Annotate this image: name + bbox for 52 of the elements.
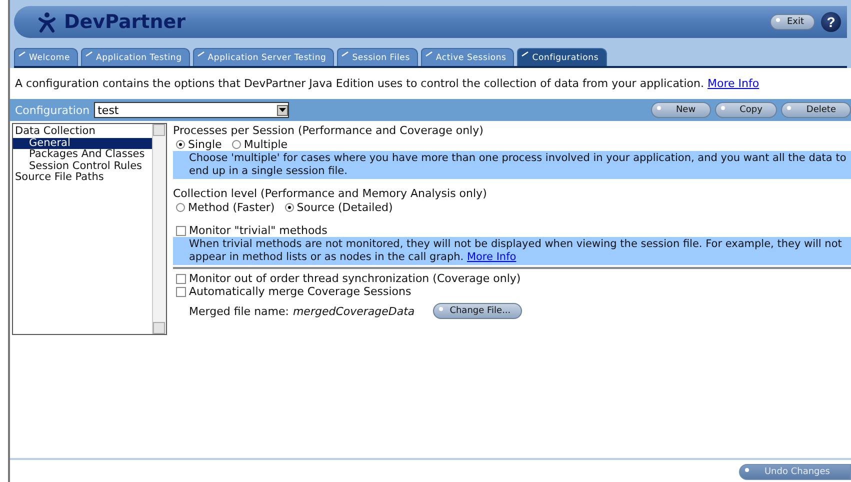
- tab[interactable]: Application Testing: [80, 48, 190, 66]
- checkbox[interactable]: [176, 274, 186, 284]
- tree-item[interactable]: Source File Paths: [13, 172, 152, 184]
- tab[interactable]: Configurations: [517, 48, 607, 66]
- tree-item[interactable]: Data Collection: [13, 126, 152, 138]
- slash-icon: [196, 51, 205, 57]
- radio-button[interactable]: [284, 203, 294, 212]
- configuration-dropdown[interactable]: test: [94, 102, 289, 118]
- more-info-link[interactable]: More Info: [708, 77, 760, 90]
- person-icon: [36, 11, 58, 33]
- checkbox[interactable]: [176, 226, 186, 236]
- description-text: A configuration contains the options that DevPartner Java Edition uses to control the collection of data from your application. More Info: [15, 77, 760, 90]
- file-name-label: Merged file name:: [189, 304, 289, 318]
- checkbox-label: Monitor "trivial" methods: [189, 224, 328, 237]
- exit-button[interactable]: Exit: [770, 14, 815, 30]
- tab[interactable]: Session Files: [337, 48, 418, 66]
- app-title: DevPartner: [64, 11, 187, 33]
- option-label: Multiple: [244, 138, 288, 151]
- slash-icon: [18, 51, 26, 57]
- toolbar-button[interactable]: Copy: [714, 102, 778, 118]
- tab[interactable]: Active Sessions: [420, 48, 514, 66]
- slash-icon: [424, 51, 433, 57]
- scroll-up-button[interactable]: [153, 124, 165, 136]
- radio-button[interactable]: [176, 140, 185, 149]
- tab[interactable]: Application Server Testing: [192, 48, 334, 66]
- help-button[interactable]: ?: [821, 12, 841, 32]
- help-text: When trivial methods are not monitored, they will not be displayed when viewing the session file. For example, they will not appear in method lists or as nodes in the call graph. More Info: [189, 238, 842, 263]
- section-title: Processes per Session (Performance and Coverage only): [173, 124, 484, 137]
- option-label: Single: [188, 138, 222, 151]
- radio-button[interactable]: [232, 140, 241, 149]
- toolbar-button[interactable]: Delete: [781, 102, 851, 118]
- file-name-value: mergedCoverageData: [292, 304, 415, 318]
- checkbox[interactable]: [176, 286, 186, 296]
- more-info-link[interactable]: More Info: [466, 251, 516, 263]
- checkbox-label: Automatically merge Coverage Sessions: [189, 285, 412, 298]
- slash-icon: [84, 51, 93, 57]
- slash-icon: [521, 51, 530, 57]
- tab[interactable]: Welcome: [14, 48, 78, 66]
- toolbar-button[interactable]: New: [650, 102, 711, 118]
- option-label: Source (Detailed): [296, 201, 393, 214]
- tree-item[interactable]: Packages And Classes: [13, 149, 152, 160]
- option-label: Method (Faster): [188, 201, 275, 214]
- change-file-button[interactable]: Change File...: [432, 303, 522, 319]
- scroll-down-button[interactable]: [153, 322, 165, 334]
- checkbox-label: Monitor out of order thread synchronization (Coverage only): [189, 272, 521, 285]
- tree-item[interactable]: Session Control Rules: [13, 160, 152, 172]
- tree-item[interactable]: General: [13, 138, 152, 149]
- configuration-label: Configuration: [15, 104, 90, 116]
- radio-button[interactable]: [176, 203, 185, 212]
- slash-icon: [341, 51, 350, 57]
- section-title: Collection level (Performance and Memory Analysis only): [173, 187, 488, 200]
- help-text: Choose 'multiple' for cases where you have more than one process involved in your application, and you want all the data to end up in a single session file.: [173, 151, 851, 179]
